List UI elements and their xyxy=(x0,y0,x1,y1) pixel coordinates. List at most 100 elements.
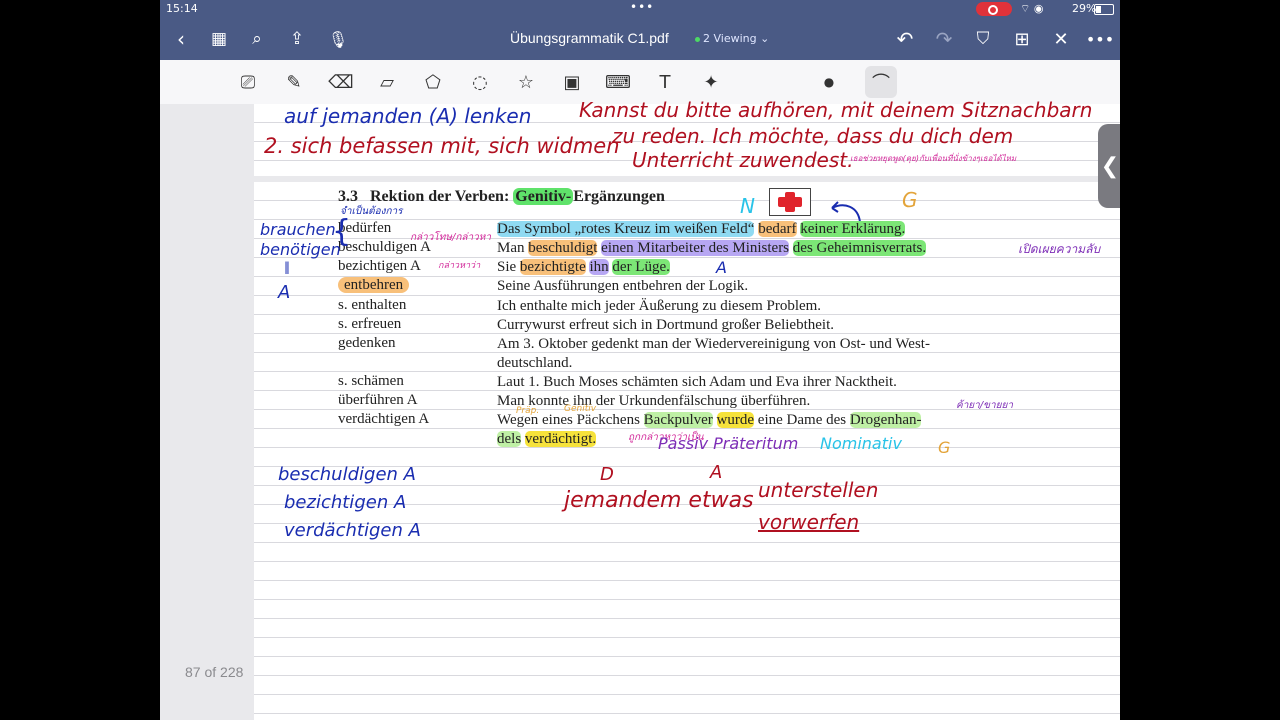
sentence-7b: deutschland. xyxy=(497,355,573,371)
verb-uberfuhren: überführen A xyxy=(338,392,418,408)
hw-g-mark: G xyxy=(902,188,918,212)
shapes-icon[interactable]: ⬠ xyxy=(420,69,446,95)
battery-icon xyxy=(1094,4,1114,15)
search-icon[interactable]: ⌕ xyxy=(244,26,270,52)
hw-g-mark2: G xyxy=(938,438,951,457)
laser-pointer-icon[interactable]: ✦ xyxy=(698,69,724,95)
hw-a-mark2: A xyxy=(710,462,723,483)
hw-praep: Präp. xyxy=(516,406,540,416)
hw-nominativ: Nominativ xyxy=(820,434,902,453)
image-icon[interactable]: ▣ xyxy=(559,69,585,95)
verb-erfreuen: s. erfreuen xyxy=(338,316,402,332)
hw-lenken: auf jemanden (A) lenken xyxy=(284,104,532,128)
sentence-3: Sie bezichtigte ihn der Lüge. xyxy=(497,258,1017,277)
s3-subject: Sie xyxy=(497,259,517,275)
keyboard-icon[interactable]: ⌨ xyxy=(605,69,631,95)
textbox-icon[interactable]: T xyxy=(652,69,678,95)
verb-verdachtigen: verdächtigen A xyxy=(338,411,430,427)
lasso-icon[interactable]: ◌ xyxy=(467,69,493,95)
navigation-bar: ‹ ▦ ⌕ ⇪ 🎙︎ Übungsgrammatik C1.pdf 2 View… xyxy=(160,18,1120,60)
highlighter-icon[interactable]: ▱ xyxy=(374,69,400,95)
hw-unterricht: Unterricht zuwendest. xyxy=(632,148,854,172)
current-page[interactable]: 3.3 Rektion der Verben: Genitiv- Ergänzun… xyxy=(254,182,1120,720)
s10-backpulver: Backpulver xyxy=(643,412,713,428)
add-page-icon[interactable]: ⊞ xyxy=(1009,26,1035,52)
s10-wurde: wurde xyxy=(716,412,755,428)
hw-genitiv: Genitiv xyxy=(564,404,597,414)
hw-befassen: 2. sich befassen mit, sich widmen xyxy=(264,134,620,158)
document-view[interactable]: auf jemanden (A) lenken 2. sich befassen… xyxy=(160,98,1120,720)
hw-list-bezichtigen: bezichtigen A xyxy=(284,492,407,513)
battery-percent: 29% xyxy=(1072,2,1097,15)
s3-accusative: ihn xyxy=(589,259,609,275)
section-title-highlight: Genitiv- xyxy=(513,188,574,205)
hw-kannst-du: Kannst du bitte aufhören, mit deinem Sit… xyxy=(579,98,1093,122)
share-icon[interactable]: ⇪ xyxy=(284,26,310,52)
section-number: 3.3 xyxy=(338,188,358,205)
s2-genitive: des Geheimnisverrats. xyxy=(792,240,927,256)
eraser-icon[interactable]: ⌫ xyxy=(328,69,354,95)
hw-thai-reveal: เปิดเผยความลับ xyxy=(1018,242,1101,256)
sentence-7a: Am 3. Oktober gedenkt man der Wiedervere… xyxy=(497,336,930,352)
pen-size-dot-icon[interactable]: ● xyxy=(816,69,842,95)
multitasking-dots-icon[interactable]: ••• xyxy=(630,0,654,14)
sidebar-handle-chevron-icon[interactable]: ❮ xyxy=(1098,124,1120,208)
hw-a-left: A xyxy=(278,282,291,303)
scan-text-icon[interactable]: ⎚ xyxy=(235,69,261,95)
s2-verb: beschuldigt xyxy=(528,240,598,256)
s3-verb: bezichtigte xyxy=(519,259,586,275)
sentence-5: Ich enthalte mich jeder Äußerung zu dies… xyxy=(497,298,822,314)
more-icon[interactable]: ••• xyxy=(1086,26,1114,52)
previous-page[interactable]: auf jemanden (A) lenken 2. sich befassen… xyxy=(254,98,1120,176)
hw-a-mark: A xyxy=(716,258,727,277)
s2-accusative: einen Mitarbeiter des Ministers xyxy=(601,240,790,256)
bookmark-icon[interactable]: ⛉ xyxy=(970,26,996,52)
s1-genitive: keiner Erklärung. xyxy=(800,221,906,237)
section-title-suffix: Ergänzungen xyxy=(573,188,665,205)
hw-d-mark: D xyxy=(600,464,614,485)
redo-icon[interactable]: ↷ xyxy=(931,26,957,52)
hw-thai-trade: ค้ายา/ขายยา xyxy=(956,400,1013,411)
verb-schamen: s. schämen xyxy=(338,373,404,389)
thumbnails-grid-icon[interactable]: ▦ xyxy=(206,26,232,52)
hw-jemandem-etwas: jemandem etwas xyxy=(564,488,754,513)
verb-bezichtigen: bezichtigen A xyxy=(338,258,421,274)
wifi-icon: ⌔ ◉ xyxy=(1020,2,1044,15)
s10-drogenhandel: Drogenhan- xyxy=(849,412,922,428)
hw-equals: ‖ xyxy=(284,260,290,274)
close-pen-icon[interactable]: ✕ xyxy=(1048,26,1074,52)
hw-benoetigen: benötigen xyxy=(260,240,341,259)
sentence-6: Currywurst erfreut sich in Dortmund groß… xyxy=(497,317,835,333)
hw-thai-accuse2: กล่าวหาว่า xyxy=(438,261,481,271)
hw-list-verdaechtigen: verdächtigen A xyxy=(284,520,421,541)
undo-icon[interactable]: ↶ xyxy=(892,26,918,52)
pen-stroke-preset-icon[interactable]: ⌒ xyxy=(865,66,897,98)
red-cross-icon xyxy=(769,188,811,216)
collaboration-status[interactable]: 2 Viewing ⌄ xyxy=(695,32,769,45)
s2-subject: Man xyxy=(497,240,525,256)
hw-n-mark: N xyxy=(740,194,755,218)
hw-unterstellen: unterstellen xyxy=(758,478,879,502)
pen-icon[interactable]: ✎ xyxy=(281,69,307,95)
sentence-2: Man beschuldigt einen Mitarbeiter des Mi… xyxy=(497,239,1017,258)
verb-entbehren-label: entbehren xyxy=(338,277,410,293)
verb-enthalten: s. enthalten xyxy=(338,297,407,313)
sentence-8: Laut 1. Buch Moses schämten sich Adam un… xyxy=(497,374,897,390)
hw-brace-icon: { xyxy=(332,214,352,249)
s10-dame: eine Dame des xyxy=(757,412,847,428)
sentence-1: Das Symbol „rotes Kreuz im weißen Feld“ … xyxy=(497,220,1017,239)
document-title[interactable]: Übungsgrammatik C1.pdf xyxy=(510,30,669,46)
sentence-4: Seine Ausführungen entbehren der Logik. xyxy=(497,278,749,294)
ipad-screen: 15:14 ••• ⌔ ◉ 29% ‹ ▦ ⌕ ⇪ 🎙︎ Übungsgramm… xyxy=(160,0,1120,720)
viewing-label: 2 Viewing ⌄ xyxy=(703,32,770,45)
clock: 15:14 xyxy=(166,2,198,15)
s1-subject: Das Symbol „rotes Kreuz im weißen Feld“ xyxy=(497,221,755,237)
verb-entbehren: entbehren xyxy=(338,277,410,294)
s10-verdaechtigt: verdächtigt. xyxy=(524,431,597,447)
s10-dels: dels xyxy=(497,431,522,447)
status-bar: 15:14 ••• ⌔ ◉ 29% xyxy=(160,0,1120,18)
verb-gedenken: gedenken xyxy=(338,335,396,351)
back-chevron-icon[interactable]: ‹ xyxy=(168,26,194,52)
microphone-icon[interactable]: 🎙︎ xyxy=(325,26,351,52)
sticker-icon[interactable]: ☆ xyxy=(513,69,539,95)
